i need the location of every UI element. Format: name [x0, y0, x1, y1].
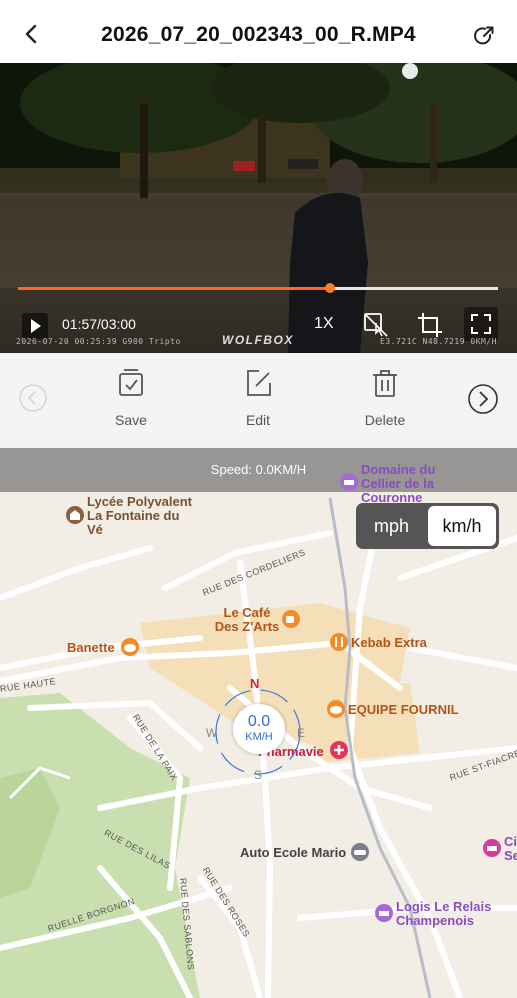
poi-icon — [339, 472, 359, 497]
previous-button[interactable] — [18, 383, 48, 413]
video-watermark: WOLFBOX — [222, 333, 294, 347]
save-button[interactable]: Save — [96, 367, 166, 428]
back-icon[interactable] — [18, 20, 46, 48]
video-stamp-right: E3.721C N48.7219 0KM/H — [380, 337, 497, 346]
poi-ci[interactable]: Ci Se — [504, 835, 517, 863]
hotel-icon — [374, 903, 394, 928]
bakery-icon — [120, 637, 140, 662]
poi-fournil[interactable]: EQUIPE FOURNIL — [348, 703, 459, 717]
restaurant-icon — [329, 632, 349, 657]
trash-icon — [373, 370, 397, 397]
playback-rate-button[interactable]: 1X — [314, 315, 334, 333]
school-icon — [65, 505, 85, 530]
speed-dial: 0.0 KM/H — [233, 704, 285, 754]
save-label: Save — [115, 412, 147, 428]
edit-button[interactable]: Edit — [223, 367, 293, 428]
poi-banette[interactable]: Banette — [67, 641, 115, 655]
compass-n: N — [250, 676, 260, 691]
chevron-right-icon — [468, 384, 498, 414]
speed-unit: KM/H — [245, 731, 273, 743]
poi-cafe[interactable]: Le Café Des Z'Arts — [212, 606, 282, 634]
play-icon — [31, 319, 41, 333]
fullscreen-icon — [471, 314, 491, 334]
unit-kmh-button[interactable]: km/h — [428, 506, 496, 546]
delete-button[interactable]: Delete — [350, 367, 420, 428]
video-player[interactable]: 01:57/03:00 1X 2026-07-20 00:25:39 G900 … — [0, 63, 517, 353]
poi-kebab[interactable]: Kebab Extra — [351, 636, 427, 650]
touch-lock-icon[interactable] — [362, 311, 390, 339]
cafe-icon — [281, 609, 301, 634]
page-title: 2026_07_20_002343_00_R.MP4 — [101, 23, 416, 46]
bakery-icon — [326, 699, 346, 724]
crop-icon[interactable] — [416, 311, 444, 339]
compass-s: S — [254, 768, 263, 782]
edit-label: Edit — [245, 412, 271, 428]
save-icon — [119, 369, 143, 396]
next-button[interactable] — [467, 383, 499, 415]
compass-e: E — [297, 726, 306, 740]
unit-mph-button[interactable]: mph — [356, 503, 427, 549]
map-view[interactable]: Speed: 0.0KM/H Domaine du Cellier de la … — [0, 448, 517, 998]
edit-icon — [247, 370, 271, 396]
pharmacy-icon — [329, 740, 349, 765]
progress-knob[interactable] — [325, 283, 335, 293]
poi-domaine[interactable]: Domaine du Cellier de la Couronne — [361, 463, 457, 505]
chevron-left-icon — [19, 384, 47, 412]
poi-lycee[interactable]: Lycée Polyvalent La Fontaine du Vé — [87, 495, 197, 537]
poi-icon — [482, 838, 502, 863]
speed-value: 0.0 — [247, 713, 271, 730]
delete-label: Delete — [364, 412, 406, 428]
play-button[interactable] — [22, 313, 48, 339]
car-icon — [350, 842, 370, 867]
unit-toggle: mph km/h — [356, 503, 499, 549]
action-toolbar: Save Edit Delete — [0, 353, 517, 448]
progress-fill — [18, 287, 330, 290]
progress-bar[interactable] — [18, 283, 498, 293]
playback-time: 01:57/03:00 — [62, 316, 136, 332]
fullscreen-button[interactable] — [464, 307, 498, 341]
poi-auto-ecole[interactable]: Auto Ecole Mario — [240, 846, 346, 860]
share-icon[interactable] — [470, 22, 498, 50]
poi-logis[interactable]: Logis Le Relais Champenois — [396, 900, 496, 928]
video-stamp-left: 2026-07-20 00:25:39 G900 Tripto — [16, 337, 181, 346]
header-bar: 2026_07_20_002343_00_R.MP4 — [0, 0, 517, 63]
compass-w: W — [206, 726, 218, 740]
video-frame — [0, 63, 517, 353]
